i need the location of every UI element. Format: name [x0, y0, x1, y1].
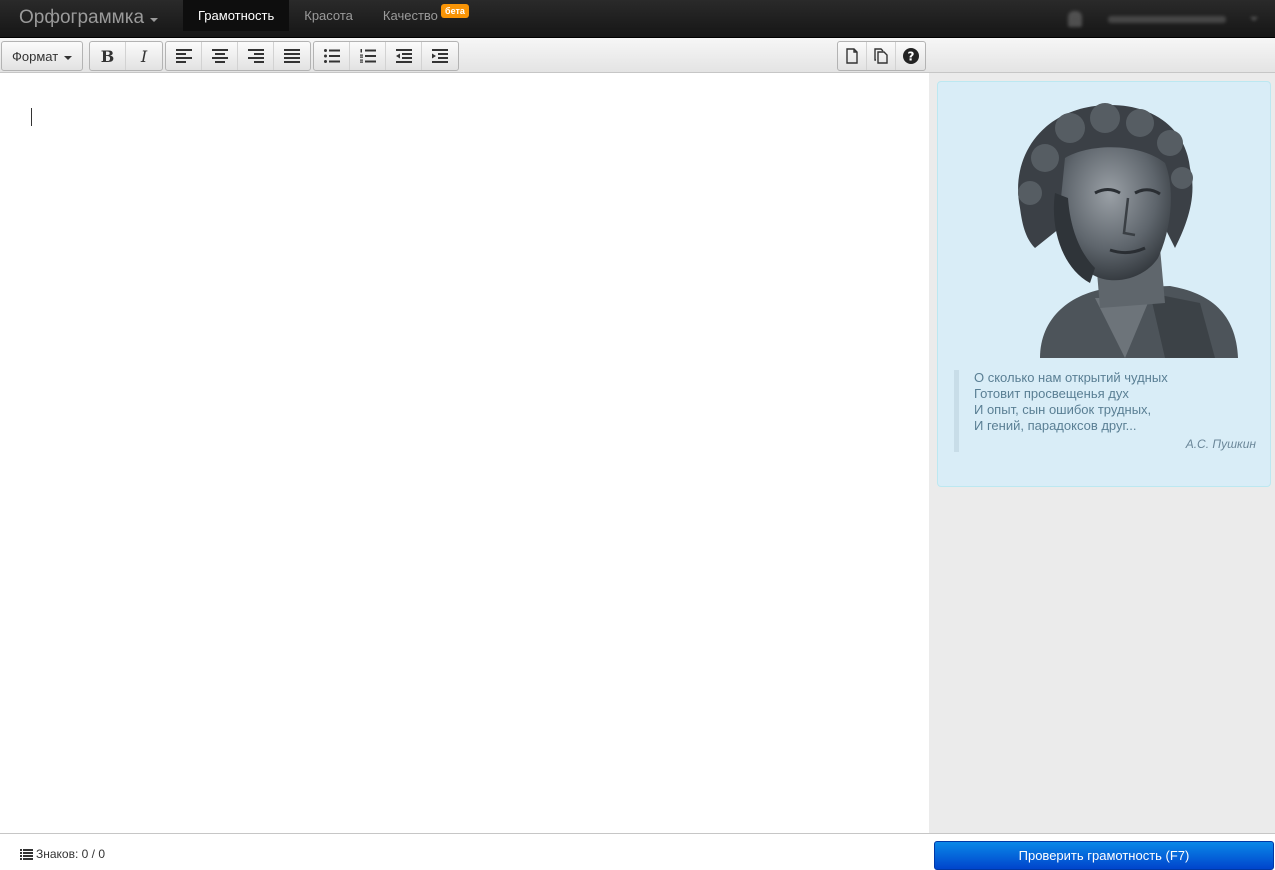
align-right-button[interactable] [238, 42, 274, 70]
numbered-list-button[interactable] [350, 42, 386, 70]
bullet-list-button[interactable] [314, 42, 350, 70]
italic-button[interactable]: I [126, 42, 162, 70]
format-dropdown[interactable]: Формат [2, 42, 82, 70]
indent-icon [432, 49, 448, 63]
numbered-list-icon [359, 49, 376, 63]
text-cursor [31, 108, 32, 126]
brand-menu[interactable]: Орфограммка [19, 7, 159, 29]
format-label: Формат [12, 48, 59, 64]
new-document-button[interactable] [838, 42, 867, 70]
align-center-icon [211, 49, 228, 63]
check-grammar-button[interactable]: Проверить грамотность (F7) [934, 841, 1274, 870]
watermark-blur-text [931, 789, 1251, 809]
outdent-icon [395, 49, 412, 63]
copy-button[interactable] [867, 42, 896, 70]
quote-line: И опыт, сын ошибок трудных, [974, 402, 1152, 417]
side-panel: О сколько нам открытий чудных Готовит пр… [929, 73, 1275, 833]
format-group: Формат [1, 41, 84, 71]
quote-line: И гений, парадоксов друг... [974, 418, 1137, 433]
chevron-down-icon [64, 55, 73, 60]
user-menu[interactable] [1068, 10, 1258, 28]
editor-toolbar: Формат B I ? [0, 38, 1275, 73]
os-activation-watermark [931, 765, 1251, 809]
align-group [165, 41, 311, 71]
quote-block: О сколько нам открытий чудных Готовит пр… [954, 370, 1256, 452]
bullet-list-icon [323, 49, 340, 63]
align-left-button[interactable] [166, 42, 202, 70]
char-counter: Знаков: 0 / 0 [20, 847, 105, 861]
bold-button[interactable]: B [90, 42, 126, 70]
align-justify-button[interactable] [274, 42, 310, 70]
top-navbar: Орфограммка Грамотность Красота Качество… [0, 0, 1275, 38]
svg-text:?: ? [907, 50, 914, 64]
quote-line: О сколько нам открытий чудных [974, 370, 1168, 385]
align-left-icon [175, 49, 192, 63]
italic-icon: I [140, 46, 148, 66]
outdent-button[interactable] [386, 42, 422, 70]
tab-kachestvo[interactable]: Качество бета [368, 0, 469, 31]
watermark-blur-title [931, 765, 1251, 783]
tab-label: Качество [382, 8, 438, 23]
tab-gramotnost[interactable]: Грамотность [183, 0, 290, 31]
bold-icon: B [100, 46, 115, 66]
help-icon: ? [902, 48, 919, 64]
beta-badge: бета [441, 4, 469, 18]
chevron-down-icon [150, 17, 159, 22]
status-bar: Знаков: 0 / 0 Проверить грамотность (F7) [0, 833, 1275, 870]
tab-label: Красота [304, 8, 353, 23]
quote-card: О сколько нам открытий чудных Готовит пр… [937, 81, 1271, 487]
chevron-down-icon [1250, 17, 1258, 21]
document-group: ? [837, 41, 926, 71]
brand-label: Орфограммка [19, 7, 145, 28]
help-button[interactable]: ? [896, 42, 925, 70]
text-editor[interactable] [0, 73, 929, 833]
copy-icon [873, 48, 888, 64]
user-name-redacted [1108, 15, 1226, 23]
text-style-group: B I [89, 41, 163, 71]
user-icon [1068, 11, 1082, 27]
pushkin-bust-image [1018, 103, 1238, 358]
main-nav: Грамотность Красота Качество бета [183, 0, 469, 38]
indent-button[interactable] [422, 42, 458, 70]
tab-label: Грамотность [198, 8, 275, 23]
char-counter-label: Знаков: 0 / 0 [36, 847, 105, 861]
list-group [313, 41, 459, 71]
align-center-button[interactable] [202, 42, 238, 70]
align-right-icon [247, 49, 264, 63]
quote-line: Готовит просвещенья дух [974, 386, 1129, 401]
new-document-icon [846, 48, 858, 64]
tab-krasota[interactable]: Красота [289, 0, 368, 31]
quote-author: А.С. Пушкин [1185, 437, 1256, 451]
list-icon [20, 848, 33, 860]
align-justify-icon [284, 49, 300, 63]
